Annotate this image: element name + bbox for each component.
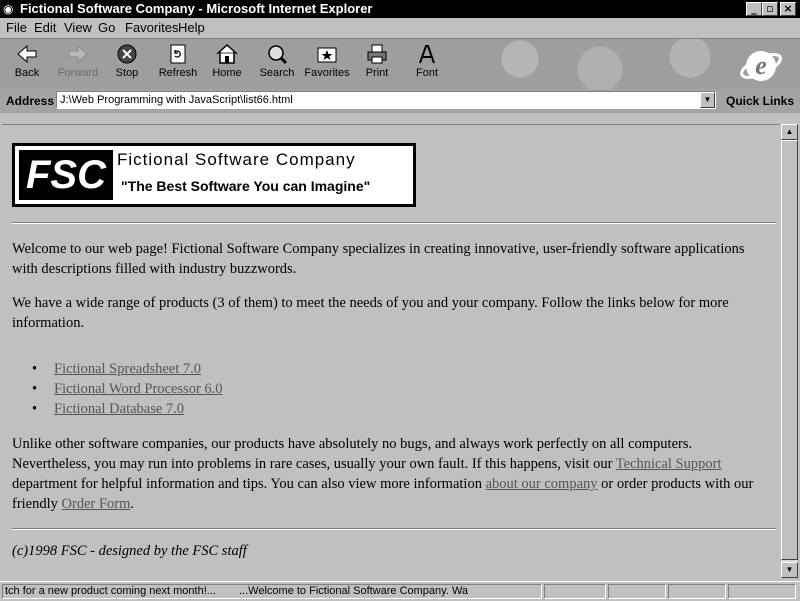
menu-favorites[interactable]: Favorites: [125, 20, 178, 36]
refresh-icon: [170, 44, 186, 64]
product-link-database[interactable]: Fictional Database 7.0: [54, 401, 184, 417]
home-label: Home: [212, 67, 242, 79]
menu-edit[interactable]: Edit: [34, 20, 56, 36]
list-item: Fictional Spreadsheet 7.0: [30, 359, 223, 379]
minimize-button[interactable]: _: [746, 2, 762, 16]
back-label: Back: [14, 67, 40, 79]
stop-button[interactable]: Stop: [101, 41, 153, 87]
company-logo-banner: FSC Fictional Software Company "The Best…: [12, 143, 416, 207]
company-tagline: "The Best Software You can Imagine": [121, 178, 371, 194]
address-bar: Address J:\Web Programming with JavaScri…: [0, 89, 800, 113]
address-value: J:\Web Programming with JavaScript\list6…: [60, 94, 293, 106]
search-icon: [268, 45, 288, 65]
list-item: Fictional Word Processor 6.0: [30, 379, 223, 399]
search-label: Search: [259, 67, 295, 79]
address-label: Address: [6, 94, 55, 108]
back-arrow-icon: [17, 44, 37, 64]
support-text-2: department for helpful information and t…: [12, 476, 486, 492]
fsc-logo-mark: FSC: [19, 150, 113, 200]
page-content: FSC Fictional Software Company "The Best…: [2, 124, 780, 579]
about-company-link[interactable]: about our company: [486, 476, 598, 492]
menu-help[interactable]: Help: [178, 20, 205, 36]
menu-file[interactable]: File: [6, 20, 27, 36]
title-bar: ◉ Fictional Software Company - Microsoft…: [0, 0, 800, 18]
print-button[interactable]: Print: [351, 41, 403, 87]
home-icon: [216, 43, 238, 64]
forward-arrow-icon: [68, 44, 88, 64]
order-form-link[interactable]: Order Form: [62, 496, 131, 512]
printer-icon: [367, 44, 387, 64]
menu-view[interactable]: View: [64, 20, 92, 36]
stop-label: Stop: [115, 67, 139, 79]
stop-icon: [117, 44, 137, 64]
quick-links-button[interactable]: Quick Links: [726, 94, 794, 108]
forward-button[interactable]: Forward: [52, 41, 104, 87]
favorites-folder-icon: [317, 47, 337, 63]
print-label: Print: [365, 67, 389, 79]
ie-throbber-logo-icon: e: [740, 51, 782, 81]
font-button[interactable]: Font: [401, 41, 453, 87]
status-pane-security: [608, 584, 666, 599]
maximize-button[interactable]: ▫: [762, 2, 778, 16]
font-size-icon: [419, 45, 435, 64]
scroll-up-arrow-icon[interactable]: ▲: [781, 124, 798, 140]
close-button[interactable]: ×: [780, 2, 796, 16]
svg-text:e: e: [755, 51, 767, 80]
divider-bottom: [12, 528, 776, 530]
support-text-4: .: [130, 496, 135, 512]
address-dropdown-arrow-icon[interactable]: ▼: [700, 92, 715, 108]
intro-paragraph: Welcome to our web page! Fictional Softw…: [12, 241, 745, 277]
status-pane-extra: [728, 584, 796, 599]
technical-support-link[interactable]: Technical Support: [616, 456, 722, 472]
status-message-pane: tch for a new product coming next month!…: [2, 584, 542, 599]
menu-bar: File Edit View Go Favorites Help: [0, 18, 800, 39]
divider-top: [12, 222, 776, 224]
status-pane-progress: [544, 584, 606, 599]
status-scroll-text-1: tch for a new product coming next month!…: [5, 585, 216, 597]
browser-window: ◉ Fictional Software Company - Microsoft…: [0, 0, 800, 601]
support-paragraph: Unlike other software companies, our pro…: [12, 434, 772, 514]
status-bar: tch for a new product coming next month!…: [0, 581, 800, 601]
toolbar: Back Forward Stop Refresh Home Search Fa…: [0, 39, 800, 89]
product-link-spreadsheet[interactable]: Fictional Spreadsheet 7.0: [54, 361, 201, 377]
forward-label: Forward: [57, 67, 99, 79]
company-name: Fictional Software Company: [117, 150, 356, 169]
menu-go[interactable]: Go: [98, 20, 115, 36]
window-title: Fictional Software Company - Microsoft I…: [20, 1, 373, 16]
search-button[interactable]: Search: [251, 41, 303, 87]
scroll-thumb[interactable]: [781, 140, 798, 560]
favorites-button[interactable]: Favorites: [301, 41, 353, 87]
back-button[interactable]: Back: [1, 41, 53, 87]
product-list: Fictional Spreadsheet 7.0 Fictional Word…: [30, 359, 223, 419]
refresh-button[interactable]: Refresh: [152, 41, 204, 87]
ie-app-icon[interactable]: ◉: [3, 2, 17, 16]
products-intro-paragraph: We have a wide range of products (3 of t…: [12, 295, 729, 331]
font-label: Font: [415, 67, 438, 79]
list-item: Fictional Database 7.0: [30, 399, 223, 419]
favorites-label: Favorites: [304, 67, 350, 79]
status-pane-zone: [668, 584, 726, 599]
home-button[interactable]: Home: [201, 41, 253, 87]
status-scroll-text-2: ...Welcome to Fictional Software Company…: [239, 585, 469, 597]
vertical-scrollbar[interactable]: ▲ ▼: [781, 124, 798, 578]
address-input[interactable]: J:\Web Programming with JavaScript\list6…: [56, 91, 716, 109]
support-text-1: Unlike other software companies, our pro…: [12, 436, 693, 472]
footer-copyright: (c)1998 FSC - designed by the FSC staff: [12, 543, 247, 559]
refresh-label: Refresh: [158, 67, 198, 79]
scroll-down-arrow-icon[interactable]: ▼: [781, 562, 798, 578]
product-link-word-processor[interactable]: Fictional Word Processor 6.0: [54, 381, 223, 397]
